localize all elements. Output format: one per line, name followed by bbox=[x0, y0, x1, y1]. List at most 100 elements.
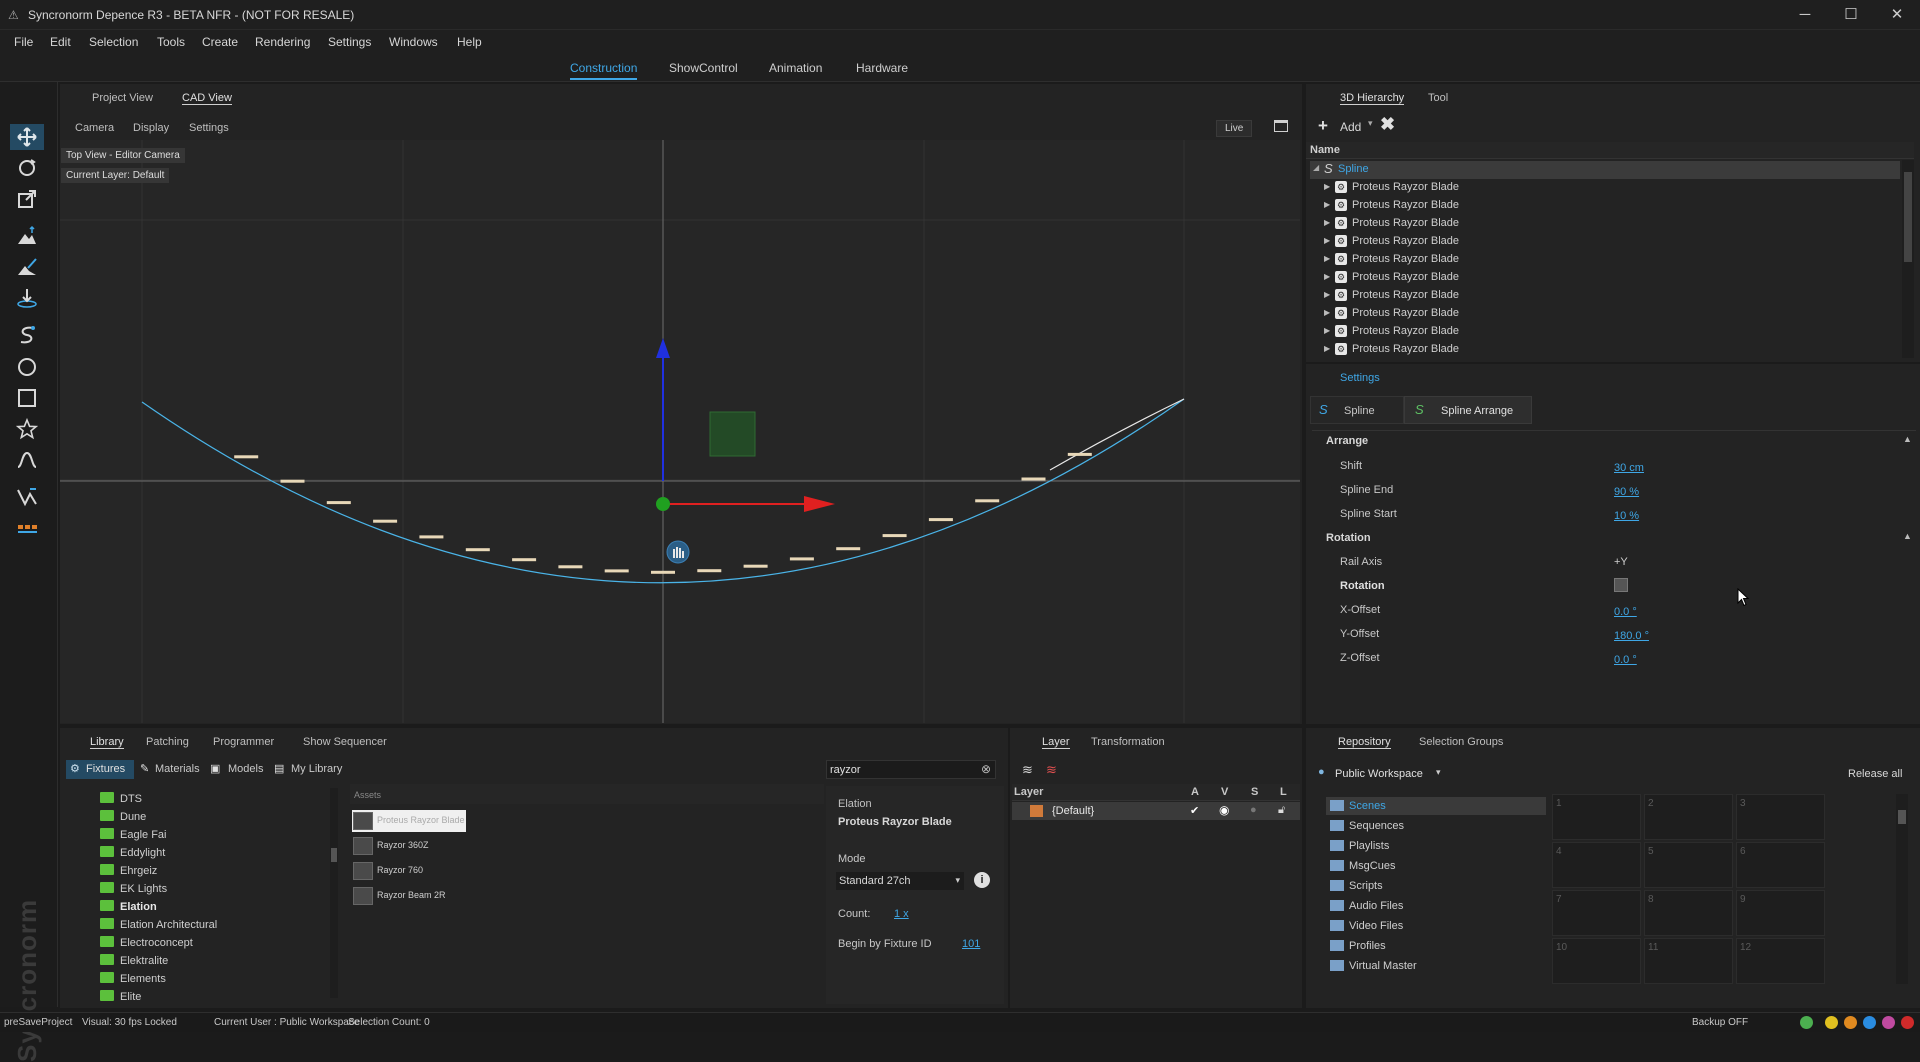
hierarchy-scrollbar[interactable] bbox=[1902, 160, 1914, 358]
fixture-mark[interactable] bbox=[604, 569, 629, 573]
solo-icon[interactable]: ● bbox=[1250, 804, 1257, 816]
manufacturer-folder[interactable]: DTS bbox=[100, 792, 142, 805]
tree-item-fixture[interactable]: ▶ ⚙ Proteus Rayzor Blade bbox=[1310, 179, 1900, 197]
fixture-mark[interactable] bbox=[928, 518, 953, 522]
expand-icon[interactable]: ▶ bbox=[1324, 254, 1330, 263]
terrain-drop-tool-icon[interactable] bbox=[10, 285, 44, 311]
menu-tools[interactable]: Tools bbox=[157, 35, 185, 49]
minimize-button[interactable]: ─ bbox=[1782, 0, 1828, 30]
fixture-mark[interactable] bbox=[651, 570, 675, 574]
section-arrange[interactable]: Arrange bbox=[1326, 435, 1368, 447]
layers-delete-icon[interactable]: ≋ bbox=[1046, 762, 1057, 778]
manufacturer-folder[interactable]: EK Lights bbox=[100, 882, 167, 895]
tab-show-sequencer[interactable]: Show Sequencer bbox=[303, 736, 387, 748]
fixture-mark[interactable] bbox=[512, 558, 537, 562]
expand-icon[interactable]: ▶ bbox=[1324, 290, 1330, 299]
repository-item[interactable]: MsgCues bbox=[1326, 857, 1546, 875]
repository-item[interactable]: Audio Files bbox=[1326, 897, 1546, 915]
expand-icon[interactable]: ▶ bbox=[1324, 200, 1330, 209]
tab-project-view[interactable]: Project View bbox=[92, 92, 153, 104]
menu-file[interactable]: File bbox=[14, 35, 33, 49]
repository-item[interactable]: Video Files bbox=[1326, 917, 1546, 935]
tab-cad-view[interactable]: CAD View bbox=[182, 92, 232, 105]
scene-slot[interactable]: 8 bbox=[1644, 890, 1733, 936]
path-tool-icon[interactable] bbox=[10, 484, 44, 510]
fixture-mark[interactable] bbox=[697, 569, 722, 573]
tree-item-fixture[interactable]: ▶ ⚙ Proteus Rayzor Blade bbox=[1310, 215, 1900, 233]
menu-edit[interactable]: Edit bbox=[50, 35, 71, 49]
layer-row-default[interactable]: {Default} ✔ ◉ ● 🔓︎ bbox=[1012, 802, 1300, 820]
fixture-mark[interactable] bbox=[789, 557, 814, 561]
clear-search-icon[interactable]: ⊗ bbox=[981, 762, 991, 776]
circle-tool-icon[interactable] bbox=[10, 354, 44, 380]
manufacturer-folder[interactable]: Ehrgeiz bbox=[100, 864, 157, 877]
rotate-tool-icon[interactable] bbox=[10, 155, 44, 181]
expand-icon[interactable]: ▶ bbox=[1324, 326, 1330, 335]
add-plus-icon[interactable]: + bbox=[1318, 116, 1328, 136]
asset-item[interactable]: Rayzor 760 bbox=[352, 860, 466, 882]
section-rotation[interactable]: Rotation bbox=[1326, 532, 1371, 544]
manufacturer-folder[interactable]: Elation Architectural bbox=[100, 918, 217, 931]
fixture-mark[interactable] bbox=[326, 501, 351, 505]
menu-create[interactable]: Create bbox=[202, 35, 238, 49]
expand-icon[interactable]: ▶ bbox=[1324, 272, 1330, 281]
repository-item[interactable]: Scenes bbox=[1326, 797, 1546, 815]
expand-icon[interactable]: ▶ bbox=[1324, 236, 1330, 245]
scene-slot[interactable]: 1 bbox=[1552, 794, 1641, 840]
rotation-offset-value[interactable]: 180.0 ° bbox=[1614, 630, 1649, 642]
status-blue-icon[interactable] bbox=[1863, 1016, 1876, 1029]
terrain-paint-tool-icon[interactable] bbox=[10, 254, 44, 280]
scene-slot[interactable]: 10 bbox=[1552, 938, 1641, 984]
workspace-selector[interactable]: Public Workspace bbox=[1335, 768, 1423, 780]
fixture-mark[interactable] bbox=[1067, 452, 1092, 456]
tab-selection-groups[interactable]: Selection Groups bbox=[1419, 736, 1503, 748]
rotation-checkbox[interactable] bbox=[1614, 578, 1628, 592]
detail-begin-value[interactable]: 101 bbox=[962, 938, 980, 950]
asset-item[interactable]: Proteus Rayzor Blade bbox=[352, 810, 466, 832]
scale-tool-icon[interactable] bbox=[10, 186, 44, 212]
arrange-value[interactable]: 30 cm bbox=[1614, 462, 1644, 474]
star-tool-icon[interactable] bbox=[10, 416, 44, 442]
mode-tab-animation[interactable]: Animation bbox=[769, 61, 822, 75]
tab-library[interactable]: Library bbox=[90, 736, 124, 749]
repository-item[interactable]: Playlists bbox=[1326, 837, 1546, 855]
add-button[interactable]: Add bbox=[1340, 120, 1361, 134]
scene-slot[interactable]: 5 bbox=[1644, 842, 1733, 888]
tab-patching[interactable]: Patching bbox=[146, 736, 189, 748]
folder-list-scrollbar[interactable] bbox=[330, 788, 338, 998]
x-axis-arrow-icon[interactable] bbox=[804, 496, 835, 512]
cad-viewport[interactable]: Top View - Editor Camera Current Layer: … bbox=[60, 140, 1300, 723]
active-check-icon[interactable]: ✔ bbox=[1190, 804, 1199, 817]
subtab-materials[interactable]: Materials bbox=[155, 763, 200, 775]
tree-item-spline[interactable]: ◢ S Spline bbox=[1310, 161, 1900, 179]
tree-item-fixture[interactable]: ▶ ⚙ Proteus Rayzor Blade bbox=[1310, 305, 1900, 323]
layers-icon[interactable]: ≋ bbox=[1022, 762, 1033, 778]
subtab-settings[interactable]: Settings bbox=[189, 122, 229, 134]
tree-item-fixture[interactable]: ▶ ⚙ Proteus Rayzor Blade bbox=[1310, 341, 1900, 358]
menu-selection[interactable]: Selection bbox=[89, 35, 138, 49]
scene-slot[interactable]: 7 bbox=[1552, 890, 1641, 936]
status-red-icon[interactable] bbox=[1901, 1016, 1914, 1029]
visible-eye-icon[interactable]: ◉ bbox=[1219, 803, 1229, 817]
tab-programmer[interactable]: Programmer bbox=[213, 736, 274, 748]
selection-gizmo-plane[interactable] bbox=[709, 411, 756, 457]
arrange-value[interactable]: 90 % bbox=[1614, 486, 1639, 498]
manufacturer-folder[interactable]: Eddylight bbox=[100, 846, 165, 859]
layer-color-swatch[interactable] bbox=[1030, 805, 1043, 817]
scene-slot[interactable]: 2 bbox=[1644, 794, 1733, 840]
repository-item[interactable]: Virtual Master bbox=[1326, 957, 1546, 975]
live-button[interactable]: Live bbox=[1216, 120, 1253, 137]
scene-slot[interactable]: 4 bbox=[1552, 842, 1641, 888]
status-yellow-icon[interactable] bbox=[1825, 1016, 1838, 1029]
rotation-offset-value[interactable]: 0.0 ° bbox=[1614, 606, 1637, 618]
tab-spline-arrange[interactable]: S Spline Arrange bbox=[1404, 396, 1532, 424]
origin-gizmo[interactable] bbox=[656, 497, 670, 511]
repository-item[interactable]: Profiles bbox=[1326, 937, 1546, 955]
array-tool-icon[interactable] bbox=[10, 516, 44, 542]
tree-item-fixture[interactable]: ▶ ⚙ Proteus Rayzor Blade bbox=[1310, 197, 1900, 215]
maximize-button[interactable]: ☐ bbox=[1828, 0, 1874, 30]
tree-item-fixture[interactable]: ▶ ⚙ Proteus Rayzor Blade bbox=[1310, 287, 1900, 305]
fixture-mark[interactable] bbox=[465, 548, 490, 552]
subtab-fixtures[interactable]: ⚙ Fixtures bbox=[66, 760, 134, 779]
collapse-rotation-icon[interactable]: ▲ bbox=[1903, 531, 1912, 541]
